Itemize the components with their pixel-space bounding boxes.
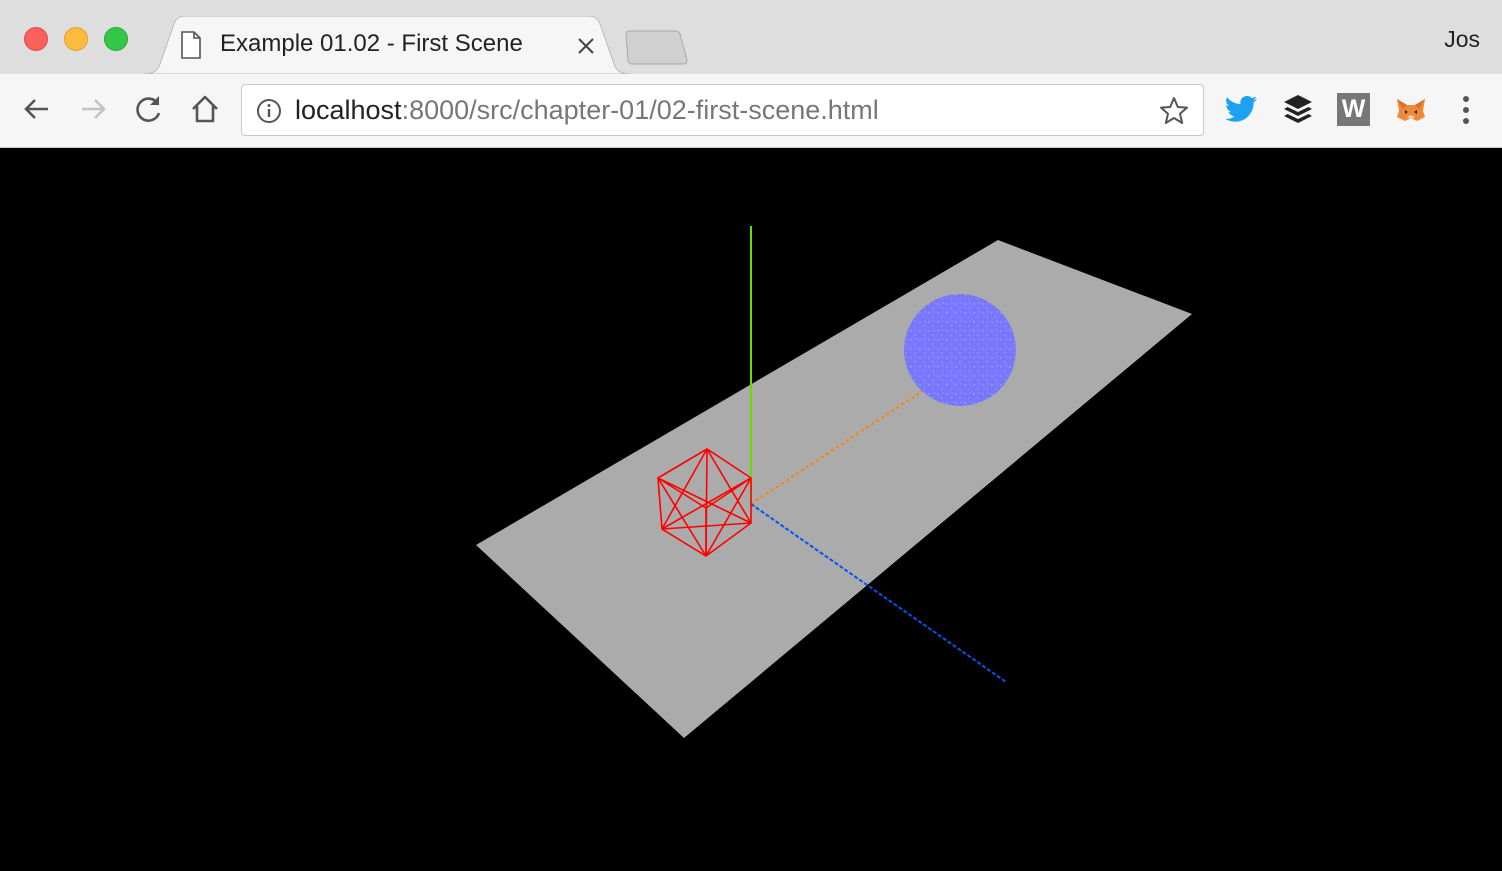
twitter-icon[interactable] xyxy=(1224,91,1260,127)
menu-icon[interactable] xyxy=(1452,92,1480,128)
url-text[interactable]: localhost:8000/src/chapter-01/02-first-s… xyxy=(295,95,879,126)
minimize-window-button[interactable] xyxy=(64,27,88,51)
url-host: localhost xyxy=(295,95,402,125)
sphere xyxy=(904,294,1016,406)
browser-window: Example 01.02 - First Scene Jos localhos… xyxy=(0,0,1502,866)
home-button[interactable] xyxy=(188,92,222,126)
tab-title: Example 01.02 - First Scene xyxy=(220,30,523,57)
info-icon[interactable] xyxy=(256,98,282,124)
new-tab-button[interactable] xyxy=(620,30,690,66)
reload-button[interactable] xyxy=(132,92,166,126)
tab-close-icon[interactable] xyxy=(574,34,598,58)
tab-active[interactable]: Example 01.02 - First Scene xyxy=(144,16,630,74)
forward-icon xyxy=(82,99,106,119)
w-extension-icon[interactable]: W xyxy=(1337,93,1370,126)
profile-name[interactable]: Jos xyxy=(1444,26,1480,53)
close-window-button[interactable] xyxy=(24,27,48,51)
title-bar: Example 01.02 - First Scene Jos xyxy=(0,0,1502,74)
buffer-icon[interactable] xyxy=(1280,91,1316,127)
maximize-window-button[interactable] xyxy=(104,27,128,51)
document-icon xyxy=(181,31,201,59)
bookmark-star-icon[interactable] xyxy=(1159,96,1189,126)
browser-toolbar: localhost:8000/src/chapter-01/02-first-s… xyxy=(0,74,1502,148)
webgl-canvas[interactable] xyxy=(0,148,1502,866)
forward-button[interactable] xyxy=(76,92,110,126)
back-icon xyxy=(24,99,48,119)
address-bar[interactable]: localhost:8000/src/chapter-01/02-first-s… xyxy=(241,84,1204,136)
ground-plane xyxy=(476,240,1192,738)
back-button[interactable] xyxy=(20,92,54,126)
reload-icon xyxy=(136,96,161,122)
url-path: :8000/src/chapter-01/02-first-scene.html xyxy=(401,95,879,125)
home-icon xyxy=(192,95,218,123)
metamask-icon[interactable] xyxy=(1393,91,1429,127)
scene-render xyxy=(476,226,1192,738)
w-extension-letter: W xyxy=(1341,95,1366,123)
